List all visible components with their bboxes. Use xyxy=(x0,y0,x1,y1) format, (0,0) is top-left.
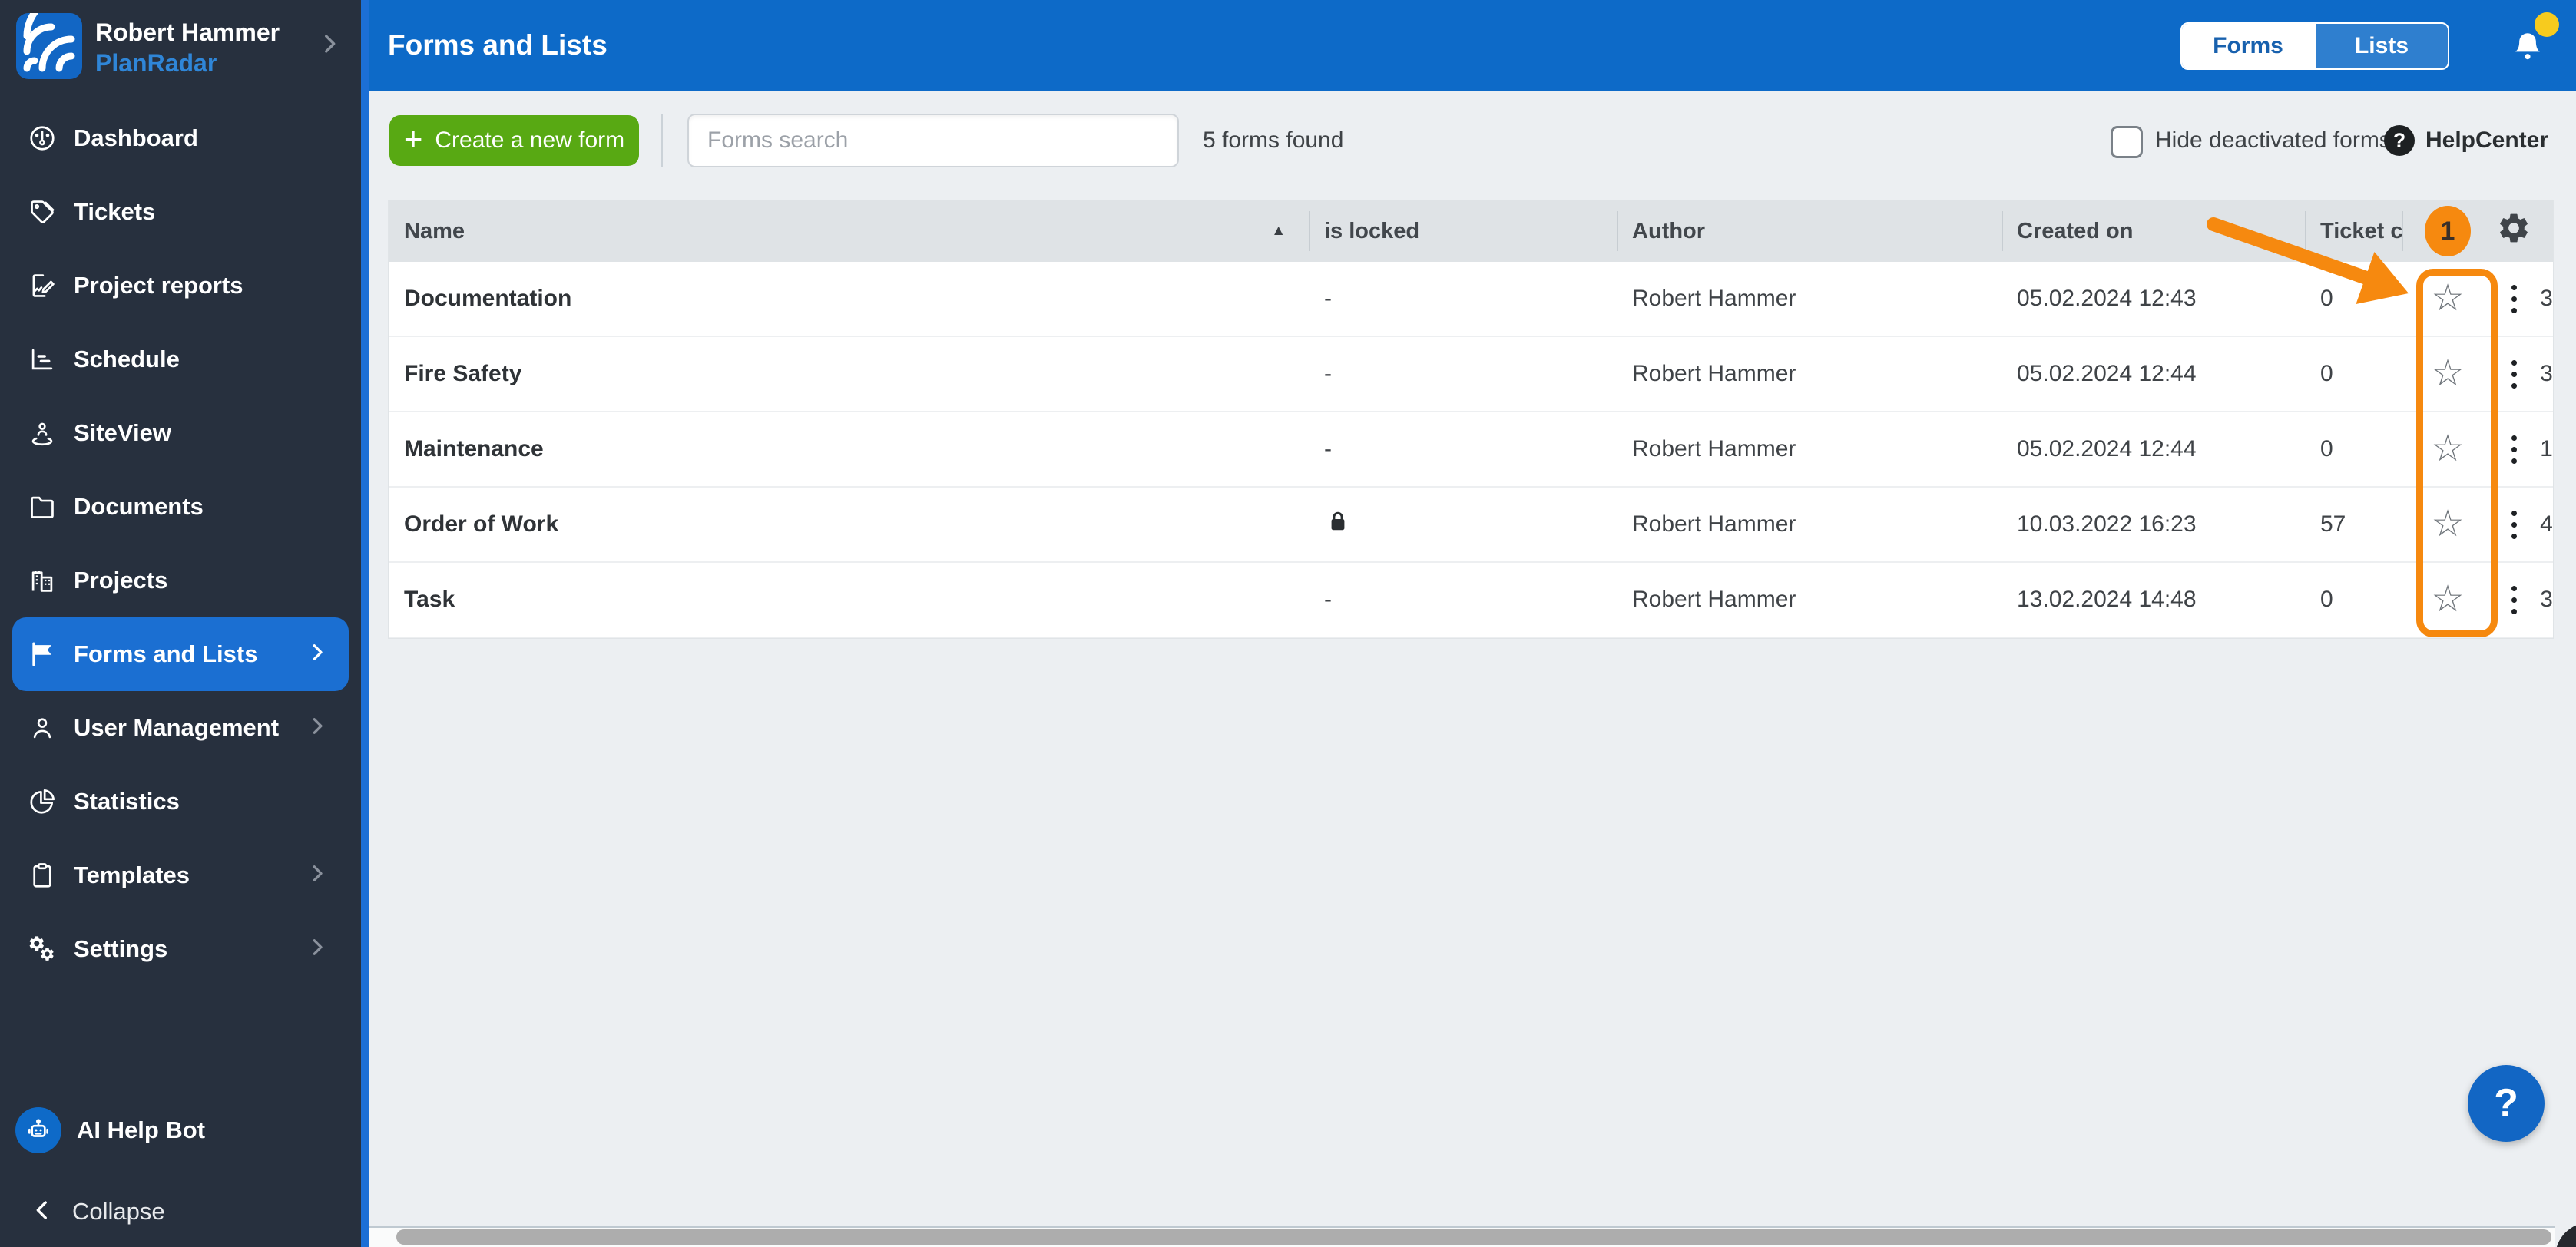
tab-forms[interactable]: Forms xyxy=(2182,24,2314,68)
table-row[interactable]: Fire Safety - Robert Hammer 05.02.2024 1… xyxy=(389,337,2553,412)
chevron-right-icon xyxy=(306,715,329,742)
folder-icon xyxy=(28,492,57,521)
sidebar-nav: Dashboard Tickets Project reports Schedu… xyxy=(0,101,361,986)
person-pin-icon xyxy=(28,418,57,448)
page-title: Forms and Lists xyxy=(388,0,608,91)
planradar-logo xyxy=(16,13,82,79)
help-center-icon[interactable]: ? xyxy=(2384,125,2415,156)
flag-icon xyxy=(28,640,57,669)
create-new-form-button[interactable]: + Create a new form xyxy=(389,115,639,166)
tag-icon xyxy=(28,197,57,227)
chevron-right-icon xyxy=(306,936,329,963)
sidebar-item-tickets[interactable]: Tickets xyxy=(12,175,349,249)
notification-dot xyxy=(2535,12,2559,37)
sidebar-item-project-reports[interactable]: Project reports xyxy=(12,249,349,322)
forms-search-input[interactable] xyxy=(687,114,1179,167)
floating-help-button[interactable]: ? xyxy=(2468,1065,2545,1142)
chevron-right-icon xyxy=(316,31,343,61)
gears-icon xyxy=(28,934,57,964)
column-header-name[interactable]: Name ▲ xyxy=(389,200,1309,262)
page-header: Forms and Lists Forms Lists xyxy=(369,0,2576,91)
lock-cell xyxy=(1309,488,1617,561)
tab-lists[interactable]: Lists xyxy=(2314,24,2448,68)
account-name: PlanRadar xyxy=(95,49,217,78)
sort-ascending-icon: ▲ xyxy=(1271,223,1286,240)
table-header-row: Name ▲ is locked Author Created on Ticke… xyxy=(389,200,2553,262)
collapse-sidebar-button[interactable]: Collapse xyxy=(0,1175,361,1247)
results-count: 5 forms found xyxy=(1203,115,1343,166)
account-switcher[interactable]: Robert Hammer PlanRadar xyxy=(0,0,361,92)
forms-table: Name ▲ is locked Author Created on Ticke… xyxy=(388,200,2554,639)
gear-icon[interactable] xyxy=(2496,210,2531,252)
plus-icon: + xyxy=(404,123,423,155)
step-badge: 1 xyxy=(2425,206,2471,256)
table-row[interactable]: Documentation - Robert Hammer 05.02.2024… xyxy=(389,262,2553,337)
row-menu-icon[interactable] xyxy=(2507,280,2521,318)
user-name: Robert Hammer xyxy=(95,18,280,47)
clipboard-icon xyxy=(28,861,57,890)
hide-deactivated-checkbox[interactable] xyxy=(2111,126,2143,158)
row-menu-icon[interactable] xyxy=(2507,356,2521,393)
toolbar-divider xyxy=(661,114,663,167)
sidebar-item-dashboard[interactable]: Dashboard xyxy=(12,101,349,175)
lock-icon xyxy=(1324,508,1352,541)
robot-icon xyxy=(15,1107,61,1153)
column-header-created-on[interactable]: Created on xyxy=(2002,200,2305,262)
horizontal-scrollbar-thumb[interactable] xyxy=(396,1229,2551,1245)
sidebar: Robert Hammer PlanRadar Dashboard Ticket… xyxy=(0,0,361,1247)
pie-chart-icon xyxy=(28,787,57,816)
chevron-right-icon xyxy=(306,862,329,889)
corner-widget xyxy=(2555,1222,2576,1247)
column-header-ticket-count[interactable]: Ticket co xyxy=(2305,200,2402,262)
chevron-right-icon xyxy=(306,641,329,668)
column-header-author[interactable]: Author xyxy=(1617,200,2002,262)
ai-help-bot-button[interactable]: AI Help Bot xyxy=(0,1093,361,1167)
sidebar-item-templates[interactable]: Templates xyxy=(12,838,349,912)
column-settings xyxy=(2494,200,2534,262)
sidebar-item-statistics[interactable]: Statistics xyxy=(12,765,349,838)
table-row[interactable]: Task - Robert Hammer 13.02.2024 14:48 0 … xyxy=(389,563,2553,638)
column-edge xyxy=(2534,200,2553,262)
forms-lists-toggle: Forms Lists xyxy=(2180,22,2449,70)
favorite-star-icon[interactable]: ☆ xyxy=(2431,356,2464,392)
sidebar-item-projects[interactable]: Projects xyxy=(12,544,349,617)
sidebar-accent-strip xyxy=(361,0,369,1247)
chevron-left-icon xyxy=(29,1197,55,1227)
sidebar-item-siteview[interactable]: SiteView xyxy=(12,396,349,470)
sidebar-item-forms-and-lists[interactable]: Forms and Lists xyxy=(12,617,349,691)
favorite-star-icon[interactable]: ☆ xyxy=(2431,280,2464,317)
report-pencil-icon xyxy=(28,271,57,300)
column-header-is-locked[interactable]: is locked xyxy=(1309,200,1617,262)
row-menu-icon[interactable] xyxy=(2507,431,2521,468)
favorite-star-icon[interactable]: ☆ xyxy=(2431,581,2464,618)
sidebar-item-documents[interactable]: Documents xyxy=(12,470,349,544)
row-menu-icon[interactable] xyxy=(2507,506,2521,544)
user-icon xyxy=(28,713,57,743)
table-row[interactable]: Order of Work Robert Hammer 10.03.2022 1… xyxy=(389,488,2553,563)
hide-deactivated-label: Hide deactivated forms xyxy=(2155,115,2391,166)
help-center-link[interactable]: HelpCenter xyxy=(2425,115,2548,166)
buildings-icon xyxy=(28,566,57,595)
gauge-icon xyxy=(28,124,57,153)
table-row[interactable]: Maintenance - Robert Hammer 05.02.2024 1… xyxy=(389,412,2553,488)
row-menu-icon[interactable] xyxy=(2507,581,2521,619)
sidebar-item-schedule[interactable]: Schedule xyxy=(12,322,349,396)
favorite-star-icon[interactable]: ☆ xyxy=(2431,431,2464,468)
sidebar-item-settings[interactable]: Settings xyxy=(12,912,349,986)
gantt-chart-icon xyxy=(28,345,57,374)
sidebar-item-user-management[interactable]: User Management xyxy=(12,691,349,765)
column-header-favorite: 1 xyxy=(2402,200,2494,262)
favorite-star-icon[interactable]: ☆ xyxy=(2431,506,2464,543)
